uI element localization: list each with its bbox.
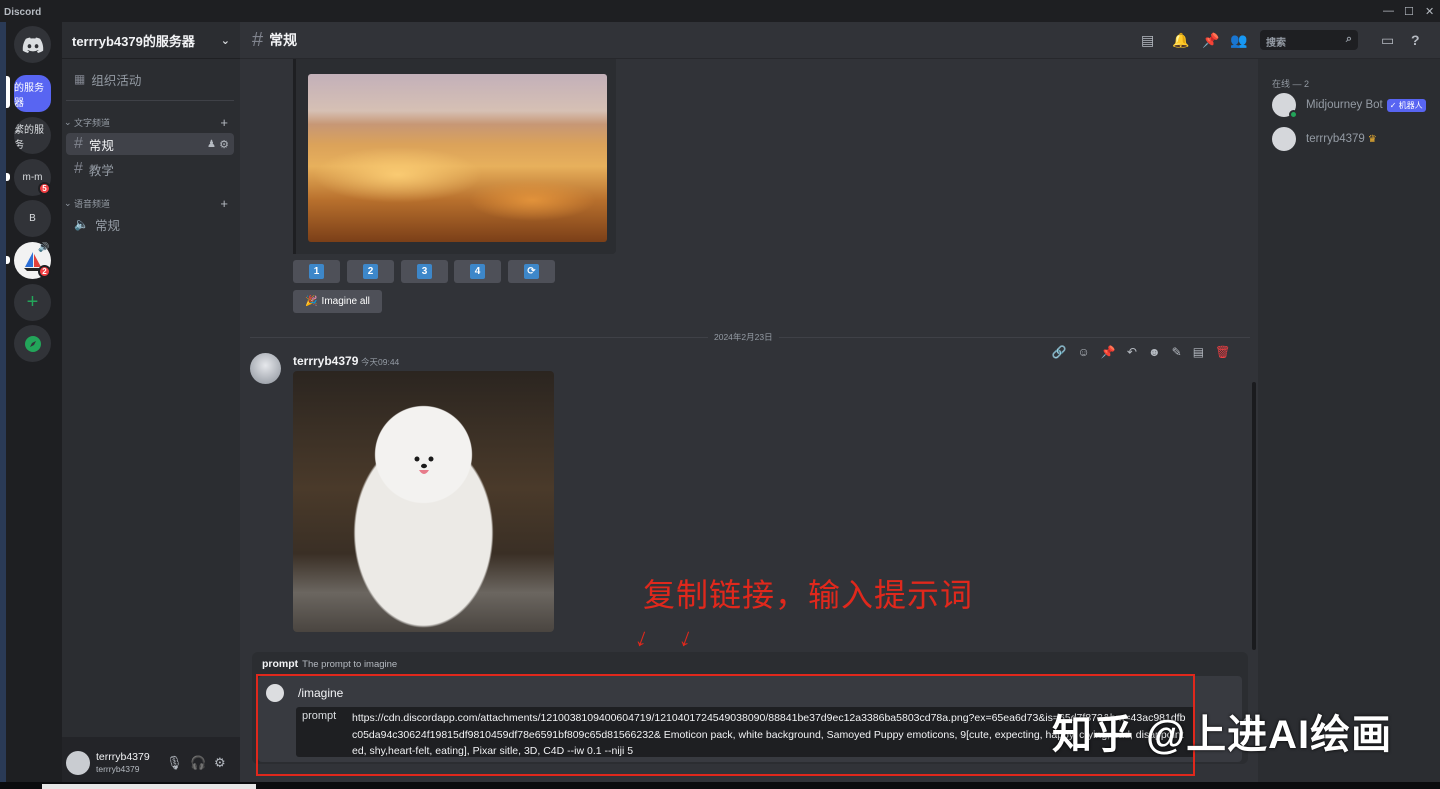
search-input[interactable]: 搜索 ⌕ [1260,30,1358,50]
search-icon: ⌕ [1345,33,1352,45]
server-2[interactable]: 繁的服务 [14,117,51,154]
explore-icon[interactable] [14,325,51,362]
option-hint: prompt The prompt to imagine [262,658,398,670]
chevron-down-icon: ⌄ [64,197,75,208]
discord-home-icon[interactable] [14,26,51,63]
puppy-face [414,456,434,474]
imagine-all-button[interactable]: 🎉 Imagine all [293,290,382,313]
unread-pill [6,173,10,181]
server-badge: 2 [38,265,51,278]
member-list: 在线 — 2 Midjourney Bot ✓ 机器人 terrryb4379 … [1258,59,1440,789]
server-badge: 5 [38,182,51,195]
hash-icon: # [252,28,264,51]
samoyed-puppy-image[interactable] [293,371,554,632]
bot-badge: ✓ 机器人 [1386,98,1426,112]
message-timestamp: 今天09:44 [361,357,400,367]
avatar[interactable] [66,751,90,775]
guild-name: terrryb4379的服务器 [72,33,195,49]
hash-icon: # [74,160,83,177]
sidebar-item-events[interactable]: ▦ 组织活动 [66,68,234,90]
member-midjourney-bot[interactable]: Midjourney Bot ✓ 机器人 [1272,91,1440,119]
avatar[interactable] [250,353,281,384]
reroll-button[interactable]: ⟳ [508,260,555,283]
add-reaction-icon[interactable]: ☺ [1078,345,1090,359]
taskbar-window [42,784,256,789]
member-category: 在线 — 2 [1272,79,1310,89]
chevron-down-icon: ⌄ [220,34,230,47]
pin-icon[interactable]: 📌 [1101,345,1116,359]
arrow-icon: ↓ [675,620,698,654]
add-channel-icon[interactable]: + [220,196,228,211]
headphones-icon[interactable]: 🎧 [190,755,206,771]
date-divider-label: 2024年2月23日 [708,331,779,343]
close-icon[interactable]: ✕ [1425,5,1434,18]
bell-icon[interactable]: 🔔 [1172,32,1189,49]
chevron-down-icon: ⌄ [64,116,75,127]
avatar [1272,127,1296,151]
hash-icon: # [74,135,83,152]
crown-icon: ♛ [1367,133,1377,145]
add-server-icon[interactable]: + [14,284,51,321]
channel-general[interactable]: # 常规 ♟ ⚙ [66,133,234,155]
channel-teaching[interactable]: # 教学 [66,158,234,180]
delete-icon[interactable]: 🗑 [1215,345,1230,359]
thread-icon[interactable]: ▤ [1193,345,1204,359]
member-terrryb4379[interactable]: terrryb4379 ♛ [1272,125,1440,153]
server-rail: 的服务器 繁的服务 m-m 5 B 🔊 2 + [0,22,62,789]
pin-icon[interactable]: 📌 [1202,32,1219,49]
upscale-button-2[interactable]: 2 [347,260,394,283]
title-bar: Discord — ☐ ✕ [0,0,1440,22]
microphone-icon[interactable]: 🎙 [166,755,183,771]
help-icon[interactable]: ? [1411,32,1420,48]
scrollbar[interactable] [1252,382,1256,650]
gear-icon[interactable]: ⚙ [219,138,229,151]
upscale-button-1[interactable]: 1 [293,260,340,283]
channel-title: 常规 [269,32,298,48]
display-name: terrryb4379 [96,751,150,763]
threads-icon[interactable]: ▤ [1141,32,1154,49]
invite-icon[interactable]: ♟ [207,139,216,150]
party-popper-icon: 🎉 [305,296,318,307]
avatar [1272,93,1298,119]
channel-sidebar: terrryb4379的服务器 ⌄ ▦ 组织活动 ⌄ 文字频道 + # 常规 ♟… [62,22,240,789]
speaker-icon: 🔈 [74,217,89,231]
calendar-icon: ▦ [74,72,86,86]
inbox-icon[interactable]: ▭ [1381,32,1394,49]
emoji-icon[interactable]: ☻ [1148,345,1161,359]
chat-header: # 常规 ▤ 🔔 📌 👥 搜索 ⌕ ▭ ? [240,22,1440,59]
desert-image[interactable] [308,74,607,242]
sidebar-divider [66,100,234,101]
active-server-pill [6,76,10,108]
refresh-icon: ⟳ [524,264,539,279]
server-current[interactable]: 的服务器 [14,75,51,112]
edit-icon[interactable]: ✎ [1172,345,1182,359]
speaker-icon: 🔊 [38,242,50,252]
watermark: 知乎 @上进AI绘画 [1052,713,1393,757]
server-b[interactable]: B [14,200,51,237]
guild-header[interactable]: terrryb4379的服务器 ⌄ [62,22,240,59]
voice-category[interactable]: ⌄ 语音频道 + [62,195,240,211]
voice-channel-general[interactable]: 🔈 常规 [66,213,234,235]
taskbar-edge [0,782,1440,789]
message-author[interactable]: terrryb4379 [293,354,358,368]
online-status-icon [1289,110,1298,119]
add-channel-icon[interactable]: + [220,115,228,130]
members-icon[interactable]: 👥 [1230,32,1247,49]
unread-pill [6,256,10,264]
image-embed [293,44,616,254]
desktop-edge [0,22,6,789]
annotation-text: 复制链接，输入提示词 [643,577,974,613]
message-actions: 🔗 ☺ 📌 ↶ ☻ ✎ ▤ 🗑 [1046,340,1236,364]
settings-gear-icon[interactable]: ⚙ [214,755,226,771]
upscale-button-4[interactable]: 4 [454,260,501,283]
username: terrryb4379 [96,764,140,774]
app-name: Discord [4,7,42,18]
link-icon[interactable]: 🔗 [1052,345,1067,359]
reply-icon[interactable]: ↶ [1127,345,1137,359]
text-category[interactable]: ⌄ 文字频道 + [62,114,240,130]
upscale-button-3[interactable]: 3 [401,260,448,283]
maximize-icon[interactable]: ☐ [1404,5,1414,18]
minimize-icon[interactable]: — [1383,5,1394,17]
arrow-icon: ↓ [631,620,654,654]
